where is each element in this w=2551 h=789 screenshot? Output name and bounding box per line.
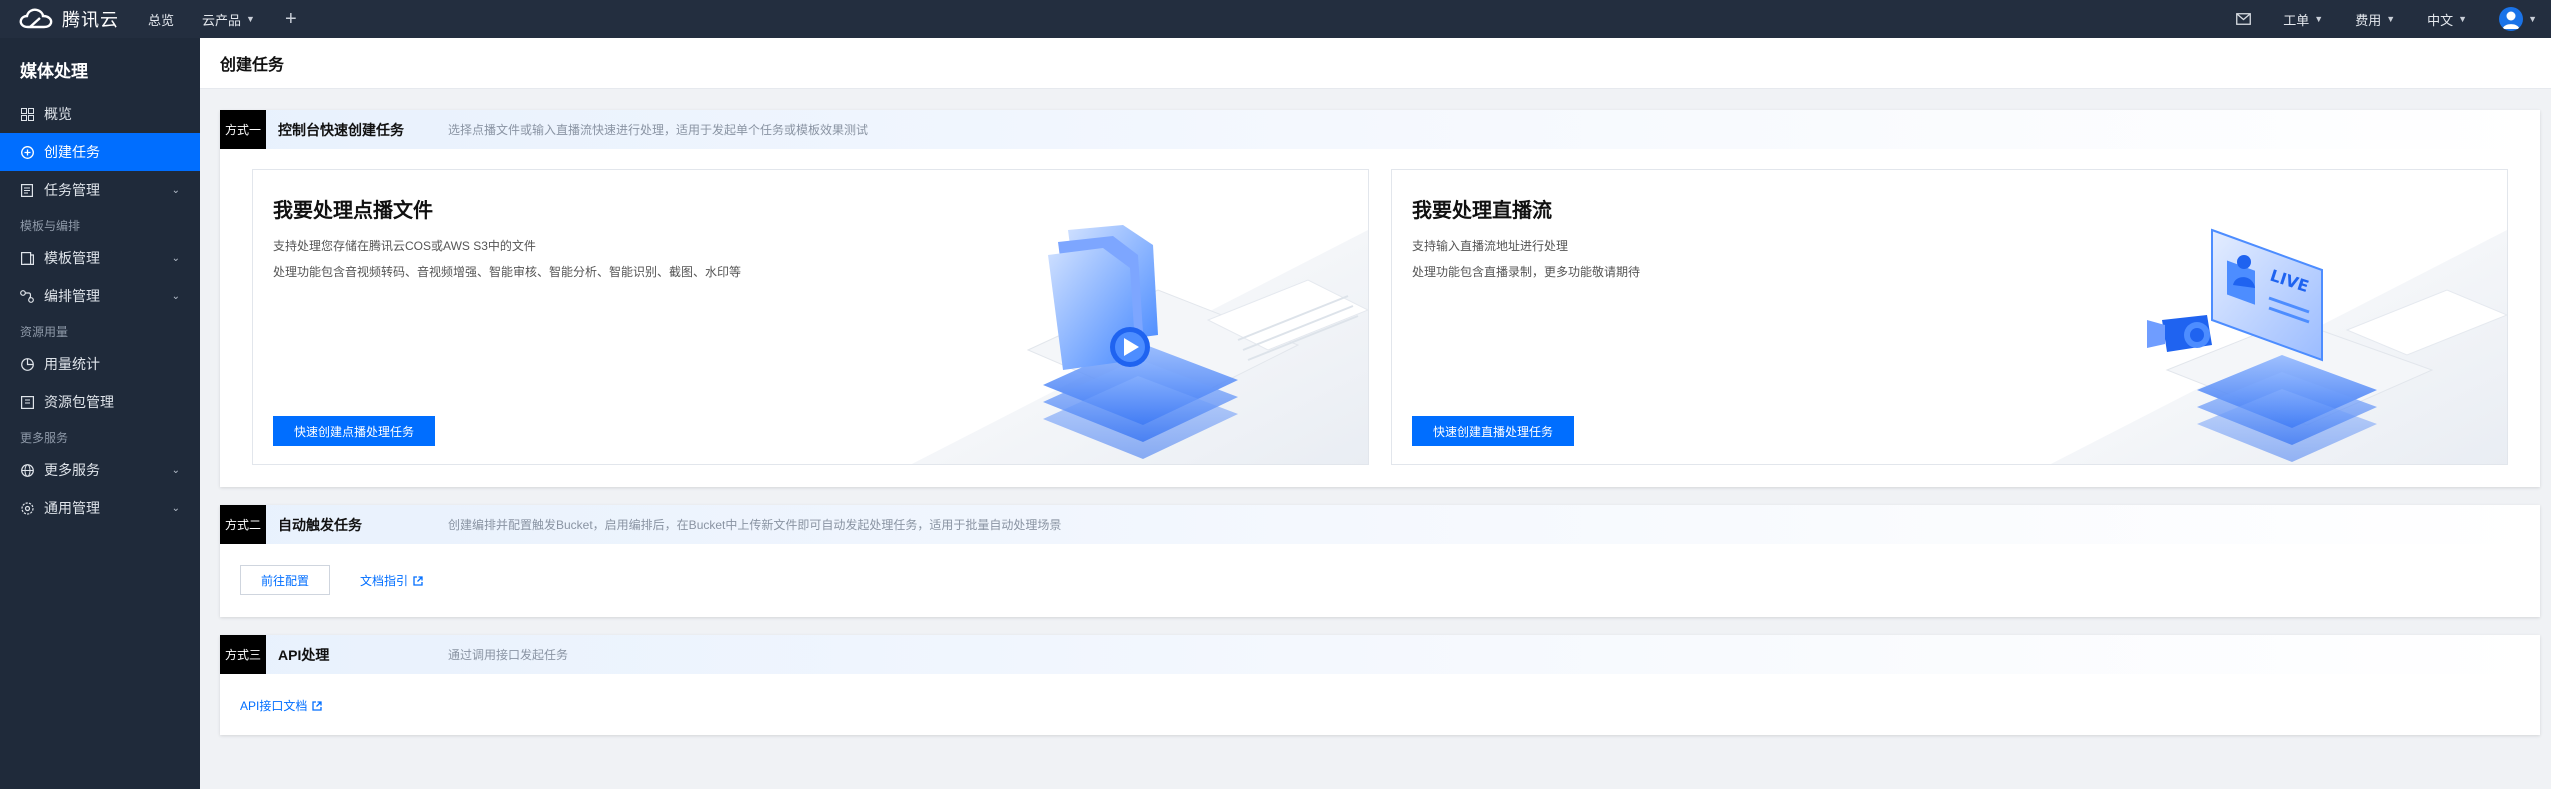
sidebar-item-label: 资源包管理 (44, 394, 114, 410)
globe-icon (20, 463, 34, 477)
chevron-down-icon: ▼ (2314, 14, 2324, 24)
doc-guide-label: 文档指引 (360, 574, 409, 588)
nav-cloud-products[interactable]: 云产品 ▼ (188, 0, 269, 38)
language-menu[interactable]: 中文 ▼ (2411, 0, 2483, 38)
cloud-logo-icon (19, 8, 53, 29)
create-live-task-button[interactable]: 快速创建直播处理任务 (1412, 416, 1575, 446)
chevron-down-icon: ⌄ (171, 252, 180, 264)
sidebar: 媒体处理 概览 创建任务 任务管理 ⌄ 模板与编排 模板管理 ⌄ 编排管理 ⌄ … (0, 38, 200, 789)
sidebar-title: 媒体处理 (20, 62, 88, 81)
message-button[interactable] (2220, 0, 2267, 38)
billing-menu[interactable]: 费用 ▼ (2339, 0, 2411, 38)
mail-icon (2236, 13, 2252, 25)
vod-desc-line2: 处理功能包含音视频转码、音视频增强、智能审核、智能分析、智能识别、截图、水印等 (273, 265, 742, 279)
sidebar-item-label: 编排管理 (44, 288, 100, 304)
method2-card: 方式二 自动触发任务 创建编排并配置触发Bucket，启用编排后，在Bucket… (220, 505, 2540, 617)
live-title: 我要处理直播流 (1412, 200, 1552, 222)
method3-tag: 方式三 (220, 635, 266, 674)
doc-guide-link[interactable]: 文档指引 (360, 572, 423, 589)
method3-card: 方式三 API处理 通过调用接口发起任务 API接口文档 (220, 635, 2540, 735)
sidebar-item-package-manage[interactable]: 资源包管理 (0, 383, 200, 421)
vod-illustration (911, 225, 1368, 464)
sidebar-item-more-services[interactable]: 更多服务 ⌄ (0, 451, 200, 489)
sidebar-item-usage-stats[interactable]: 用量统计 (0, 345, 200, 383)
sidebar-item-create-task[interactable]: 创建任务 (0, 133, 200, 171)
page-title: 创建任务 (200, 38, 2551, 89)
method3-title: API处理 (278, 646, 330, 663)
api-doc-link[interactable]: API接口文档 (240, 697, 322, 714)
gear-icon (20, 501, 34, 515)
nav-overview[interactable]: 总览 (134, 0, 188, 38)
live-desc-line2: 处理功能包含直播录制，更多功能敬请期待 (1412, 265, 1641, 279)
method1-tag: 方式一 (220, 110, 266, 149)
go-config-button[interactable]: 前往配置 (240, 565, 330, 595)
user-avatar-icon (2499, 7, 2524, 31)
vod-desc-line1: 支持处理您存储在腾讯云COS或AWS S3中的文件 (273, 239, 536, 253)
sidebar-item-general-manage[interactable]: 通用管理 ⌄ (0, 489, 200, 527)
vod-panel: 我要处理点播文件 支持处理您存储在腾讯云COS或AWS S3中的文件 处理功能包… (252, 169, 1369, 465)
language-label: 中文 (2427, 12, 2454, 28)
chevron-down-icon: ⌄ (171, 464, 180, 476)
chevron-down-icon: ▼ (2528, 14, 2537, 24)
main-content: 创建任务 方式一 控制台快速创建任务 选择点播文件或输入直播流快速进行处理，适用… (200, 38, 2551, 789)
account-menu[interactable]: ▼ (2483, 0, 2551, 38)
method1-title: 控制台快速创建任务 (278, 121, 404, 138)
nav-overview-label: 总览 (148, 12, 175, 28)
add-shortcut-button[interactable]: + (269, 0, 313, 38)
brand-name: 腾讯云 (62, 10, 119, 30)
live-panel: 我要处理直播流 支持输入直播流地址进行处理 处理功能包含直播录制，更多功能敬请期… (1391, 169, 2508, 465)
method2-desc: 创建编排并配置触发Bucket，启用编排后，在Bucket中上传新文件即可自动发… (448, 518, 1062, 532)
method2-header: 方式二 自动触发任务 创建编排并配置触发Bucket，启用编排后，在Bucket… (220, 505, 2540, 544)
chevron-down-icon: ⌄ (171, 184, 180, 196)
chevron-down-icon: ⌄ (171, 290, 180, 302)
sidebar-item-label: 创建任务 (44, 144, 100, 160)
sidebar-item-overview[interactable]: 概览 (0, 95, 200, 133)
method3-desc: 通过调用接口发起任务 (448, 648, 569, 662)
chevron-down-icon: ⌄ (171, 502, 180, 514)
create-vod-task-button[interactable]: 快速创建点播处理任务 (273, 416, 436, 446)
external-link-icon (413, 575, 423, 586)
sidebar-item-label: 模板管理 (44, 250, 100, 266)
grid-icon (20, 107, 34, 121)
sidebar-item-orchestration-manage[interactable]: 编排管理 ⌄ (0, 277, 200, 315)
external-link-icon (312, 700, 322, 711)
pie-chart-icon (20, 357, 34, 371)
method2-title: 自动触发任务 (278, 516, 362, 533)
sidebar-item-task-manage[interactable]: 任务管理 ⌄ (0, 171, 200, 209)
live-desc-line1: 支持输入直播流地址进行处理 (1412, 239, 1569, 253)
sidebar-group-more: 更多服务 (20, 431, 69, 445)
template-icon (20, 251, 34, 265)
chevron-down-icon: ▼ (2386, 14, 2396, 24)
orchestration-icon (20, 289, 34, 303)
sidebar-group-usage: 资源用量 (20, 325, 69, 339)
top-navigation-bar: 腾讯云 总览 云产品 ▼ + 工单 ▼ 费用 ▼ 中文 ▼ ▼ (0, 0, 2551, 38)
method2-tag: 方式二 (220, 505, 266, 544)
sidebar-item-template-manage[interactable]: 模板管理 ⌄ (0, 239, 200, 277)
nav-products-label: 云产品 (202, 12, 242, 28)
brand-logo[interactable]: 腾讯云 (0, 0, 130, 38)
sidebar-item-label: 通用管理 (44, 500, 100, 516)
live-illustration: LIVE (2050, 228, 2507, 464)
sidebar-item-label: 概览 (44, 106, 72, 122)
sidebar-group-template: 模板与编排 (20, 219, 81, 233)
sidebar-item-label: 用量统计 (44, 356, 100, 372)
plus-circle-icon (20, 145, 34, 159)
sidebar-item-label: 任务管理 (44, 182, 100, 198)
method1-card: 方式一 控制台快速创建任务 选择点播文件或输入直播流快速进行处理，适用于发起单个… (220, 110, 2540, 487)
package-icon (20, 395, 34, 409)
billing-label: 费用 (2355, 12, 2382, 28)
method1-header: 方式一 控制台快速创建任务 选择点播文件或输入直播流快速进行处理，适用于发起单个… (220, 110, 2540, 149)
ticket-label: 工单 (2283, 12, 2310, 28)
method1-desc: 选择点播文件或输入直播流快速进行处理，适用于发起单个任务或模板效果测试 (448, 123, 869, 137)
sidebar-item-label: 更多服务 (44, 462, 100, 478)
api-doc-label: API接口文档 (240, 699, 308, 713)
chevron-down-icon: ▼ (2458, 14, 2468, 24)
vod-title: 我要处理点播文件 (273, 200, 433, 222)
ticket-menu[interactable]: 工单 ▼ (2267, 0, 2339, 38)
method3-header: 方式三 API处理 通过调用接口发起任务 (220, 635, 2540, 674)
chevron-down-icon: ▼ (246, 14, 255, 24)
document-icon (20, 183, 34, 197)
